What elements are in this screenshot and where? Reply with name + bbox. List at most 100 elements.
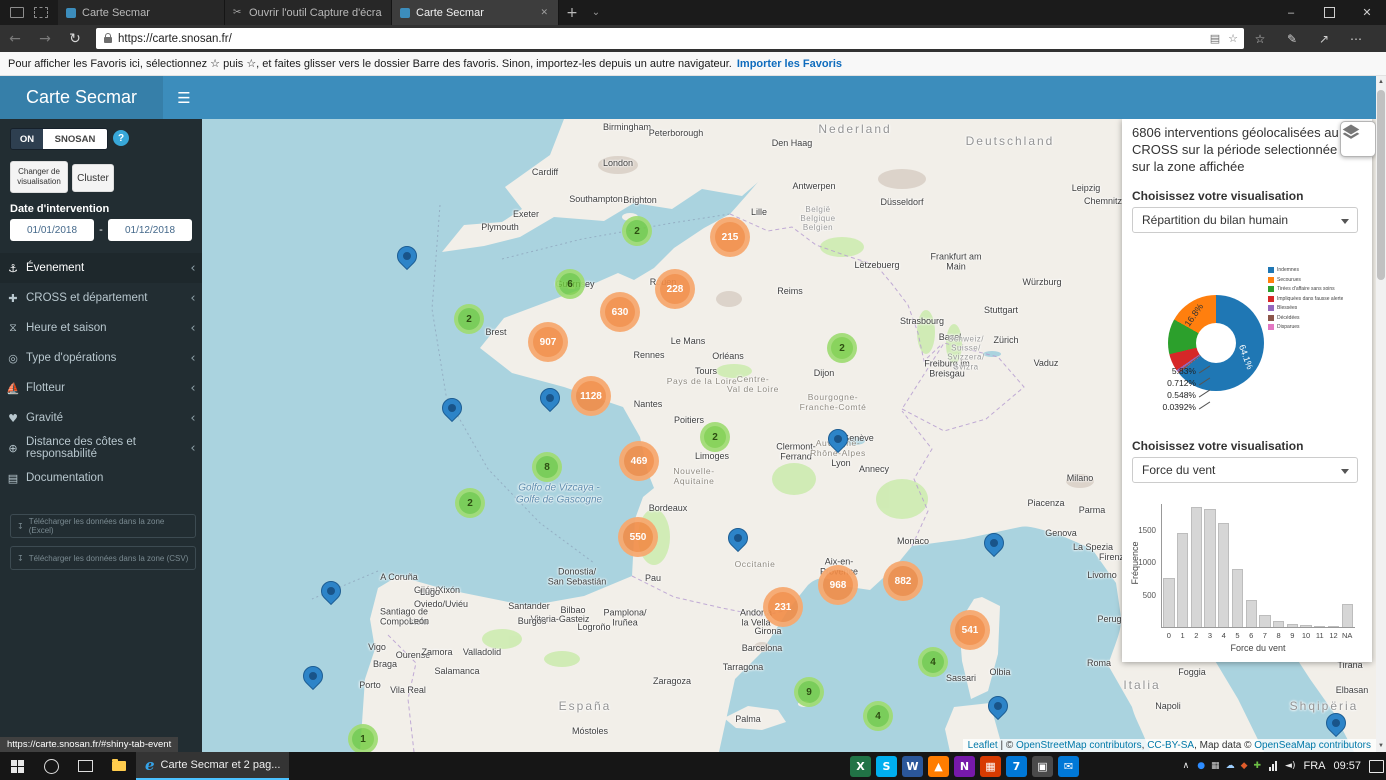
scroll-up-arrow[interactable]: ▲: [1376, 76, 1386, 88]
legend-item[interactable]: Tirées d'affaire sans soins: [1268, 286, 1368, 292]
forward-button[interactable]: →: [30, 31, 60, 47]
map-pin-marker[interactable]: [987, 696, 1009, 722]
legend-item[interactable]: Impliquées dans fausse alerte: [1268, 296, 1368, 302]
sidebar-item-type-d-op-rations[interactable]: ◎Type d'opérations‹: [0, 343, 202, 373]
map-cluster-marker[interactable]: 2: [454, 304, 484, 334]
visualisation-select-1[interactable]: Répartition du bilan humain: [1132, 207, 1358, 233]
map-cluster-marker[interactable]: 4: [863, 701, 893, 731]
map-cluster-marker[interactable]: 1128: [571, 376, 611, 416]
sidebar-item-gravit-[interactable]: ♥Gravité‹: [0, 403, 202, 433]
photos-icon[interactable]: ▣: [1032, 756, 1053, 777]
map-cluster-marker[interactable]: 228: [655, 269, 695, 309]
help-button[interactable]: ?: [113, 130, 129, 146]
sidebar-item-distance-des-c-tes-et-responsabilit-[interactable]: ⊕Distance des côtes et responsabilité‹: [0, 433, 202, 463]
map-cluster-marker[interactable]: 1: [348, 724, 378, 752]
map-cluster-marker[interactable]: 6: [555, 269, 585, 299]
map-cluster-marker[interactable]: 968: [818, 565, 858, 605]
tray-shield-icon[interactable]: ✚: [1253, 761, 1261, 771]
scrollbar-thumb[interactable]: [1377, 90, 1385, 280]
set-tabs-aside-icon[interactable]: [10, 7, 24, 18]
calendar-icon[interactable]: 7: [1006, 756, 1027, 777]
tab-list-button[interactable]: ⌄: [585, 0, 607, 25]
map-cluster-marker[interactable]: 231: [763, 587, 803, 627]
new-tab-button[interactable]: +: [559, 0, 585, 25]
map-pin-marker[interactable]: [441, 398, 463, 424]
file-explorer-button[interactable]: [102, 752, 136, 780]
map-pin-marker[interactable]: [1325, 713, 1347, 739]
legend-item[interactable]: Décédées: [1268, 315, 1368, 321]
skype-icon[interactable]: S: [876, 756, 897, 777]
tray-alert-icon[interactable]: ◆: [1241, 761, 1248, 771]
browser-tab[interactable]: Carte Secmar: [58, 0, 225, 25]
start-button[interactable]: [0, 752, 34, 780]
taskbar-active-app[interactable]: e Carte Secmar et 2 pag...: [136, 752, 289, 780]
map-cluster-marker[interactable]: 541: [950, 610, 990, 650]
map-cluster-marker[interactable]: 882: [883, 561, 923, 601]
map-cluster-marker[interactable]: 9: [794, 677, 824, 707]
sidebar-item-documentation[interactable]: ▤Documentation: [0, 463, 202, 493]
mail-icon[interactable]: ✉: [1058, 756, 1079, 777]
map-pin-marker[interactable]: [983, 533, 1005, 559]
layers-control-button[interactable]: [1340, 121, 1376, 157]
hub-icon[interactable]: ☆: [1244, 32, 1276, 46]
minimize-button[interactable]: –: [1272, 0, 1310, 25]
store-icon[interactable]: ▦: [980, 756, 1001, 777]
map-cluster-marker[interactable]: 550: [618, 517, 658, 557]
map-cluster-marker[interactable]: 4: [918, 647, 948, 677]
map-cluster-marker[interactable]: 2: [700, 422, 730, 452]
tray-cloud-icon[interactable]: ☁: [1226, 761, 1235, 771]
map-cluster-marker[interactable]: 469: [619, 441, 659, 481]
refresh-button[interactable]: ↻: [60, 31, 90, 47]
attribution-link[interactable]: OpenSeaMap contributors: [1254, 740, 1371, 751]
sidebar-item-flotteur[interactable]: ⛵Flotteur‹: [0, 373, 202, 403]
map-cluster-marker[interactable]: 2: [827, 333, 857, 363]
download-button[interactable]: ↧Télécharger les données dans la zone (E…: [10, 514, 196, 538]
network-icon[interactable]: [1269, 761, 1277, 771]
visualisation-select-2[interactable]: Force du vent: [1132, 457, 1358, 483]
excel-icon[interactable]: X: [850, 756, 871, 777]
browser-tab[interactable]: ✂Ouvrir l'outil Capture d'écra: [225, 0, 392, 25]
map-cluster-marker[interactable]: 630: [600, 292, 640, 332]
sidebar-item--venement[interactable]: ⚓Évenement‹: [0, 253, 202, 283]
page-scrollbar[interactable]: ▲ ▼: [1376, 76, 1386, 752]
search-button[interactable]: [34, 752, 68, 780]
legend-item[interactable]: Indemnes: [1268, 267, 1368, 273]
map[interactable]: BirminghamPeterboroughDen HaagLondonCard…: [202, 119, 1376, 752]
reading-view-icon[interactable]: ▤: [1210, 32, 1220, 45]
share-icon[interactable]: ↗: [1308, 32, 1340, 46]
download-button[interactable]: ↧Télécharger les données dans la zone (C…: [10, 546, 196, 570]
map-pin-marker[interactable]: [396, 246, 418, 272]
more-options-icon[interactable]: ⋯: [1340, 32, 1372, 46]
map-pin-marker[interactable]: [727, 528, 749, 554]
back-button[interactable]: ←: [0, 31, 30, 47]
date-from-input[interactable]: [10, 219, 94, 241]
url-field[interactable]: https://carte.snosan.fr/ ▤ ☆: [96, 28, 1244, 49]
attribution-link[interactable]: Leaflet: [968, 740, 998, 751]
task-view-button[interactable]: [68, 752, 102, 780]
tab-close-icon[interactable]: ✕: [538, 6, 550, 20]
maximize-button[interactable]: [1310, 0, 1348, 25]
web-note-icon[interactable]: ✎: [1276, 32, 1308, 46]
cluster-button[interactable]: Cluster: [72, 164, 114, 192]
map-pin-marker[interactable]: [320, 581, 342, 607]
legend-item[interactable]: Blessées: [1268, 305, 1368, 311]
sidebar-item-heure-et-saison[interactable]: ⧖Heure et saison‹: [0, 313, 202, 343]
tray-grid-icon[interactable]: ▦: [1211, 761, 1220, 771]
notification-center-icon[interactable]: [1369, 760, 1384, 773]
browser-tab[interactable]: Carte Secmar✕: [392, 0, 559, 25]
taskbar-clock[interactable]: 09:57: [1333, 760, 1361, 772]
legend-item[interactable]: Secourues: [1268, 277, 1368, 283]
map-cluster-marker[interactable]: 2: [622, 216, 652, 246]
map-pin-marker[interactable]: [539, 388, 561, 414]
map-pin-marker[interactable]: [827, 429, 849, 455]
map-cluster-marker[interactable]: 907: [528, 322, 568, 362]
close-button[interactable]: ✕: [1348, 0, 1386, 25]
map-cluster-marker[interactable]: 215: [710, 217, 750, 257]
map-cluster-marker[interactable]: 8: [532, 452, 562, 482]
legend-item[interactable]: Disparues: [1268, 324, 1368, 330]
word-icon[interactable]: W: [902, 756, 923, 777]
attribution-link[interactable]: CC-BY-SA: [1147, 740, 1194, 751]
onenote-icon[interactable]: N: [954, 756, 975, 777]
snosan-toggle[interactable]: ON SNOSAN: [10, 128, 108, 150]
tray-status-icon[interactable]: ●: [1197, 761, 1205, 771]
